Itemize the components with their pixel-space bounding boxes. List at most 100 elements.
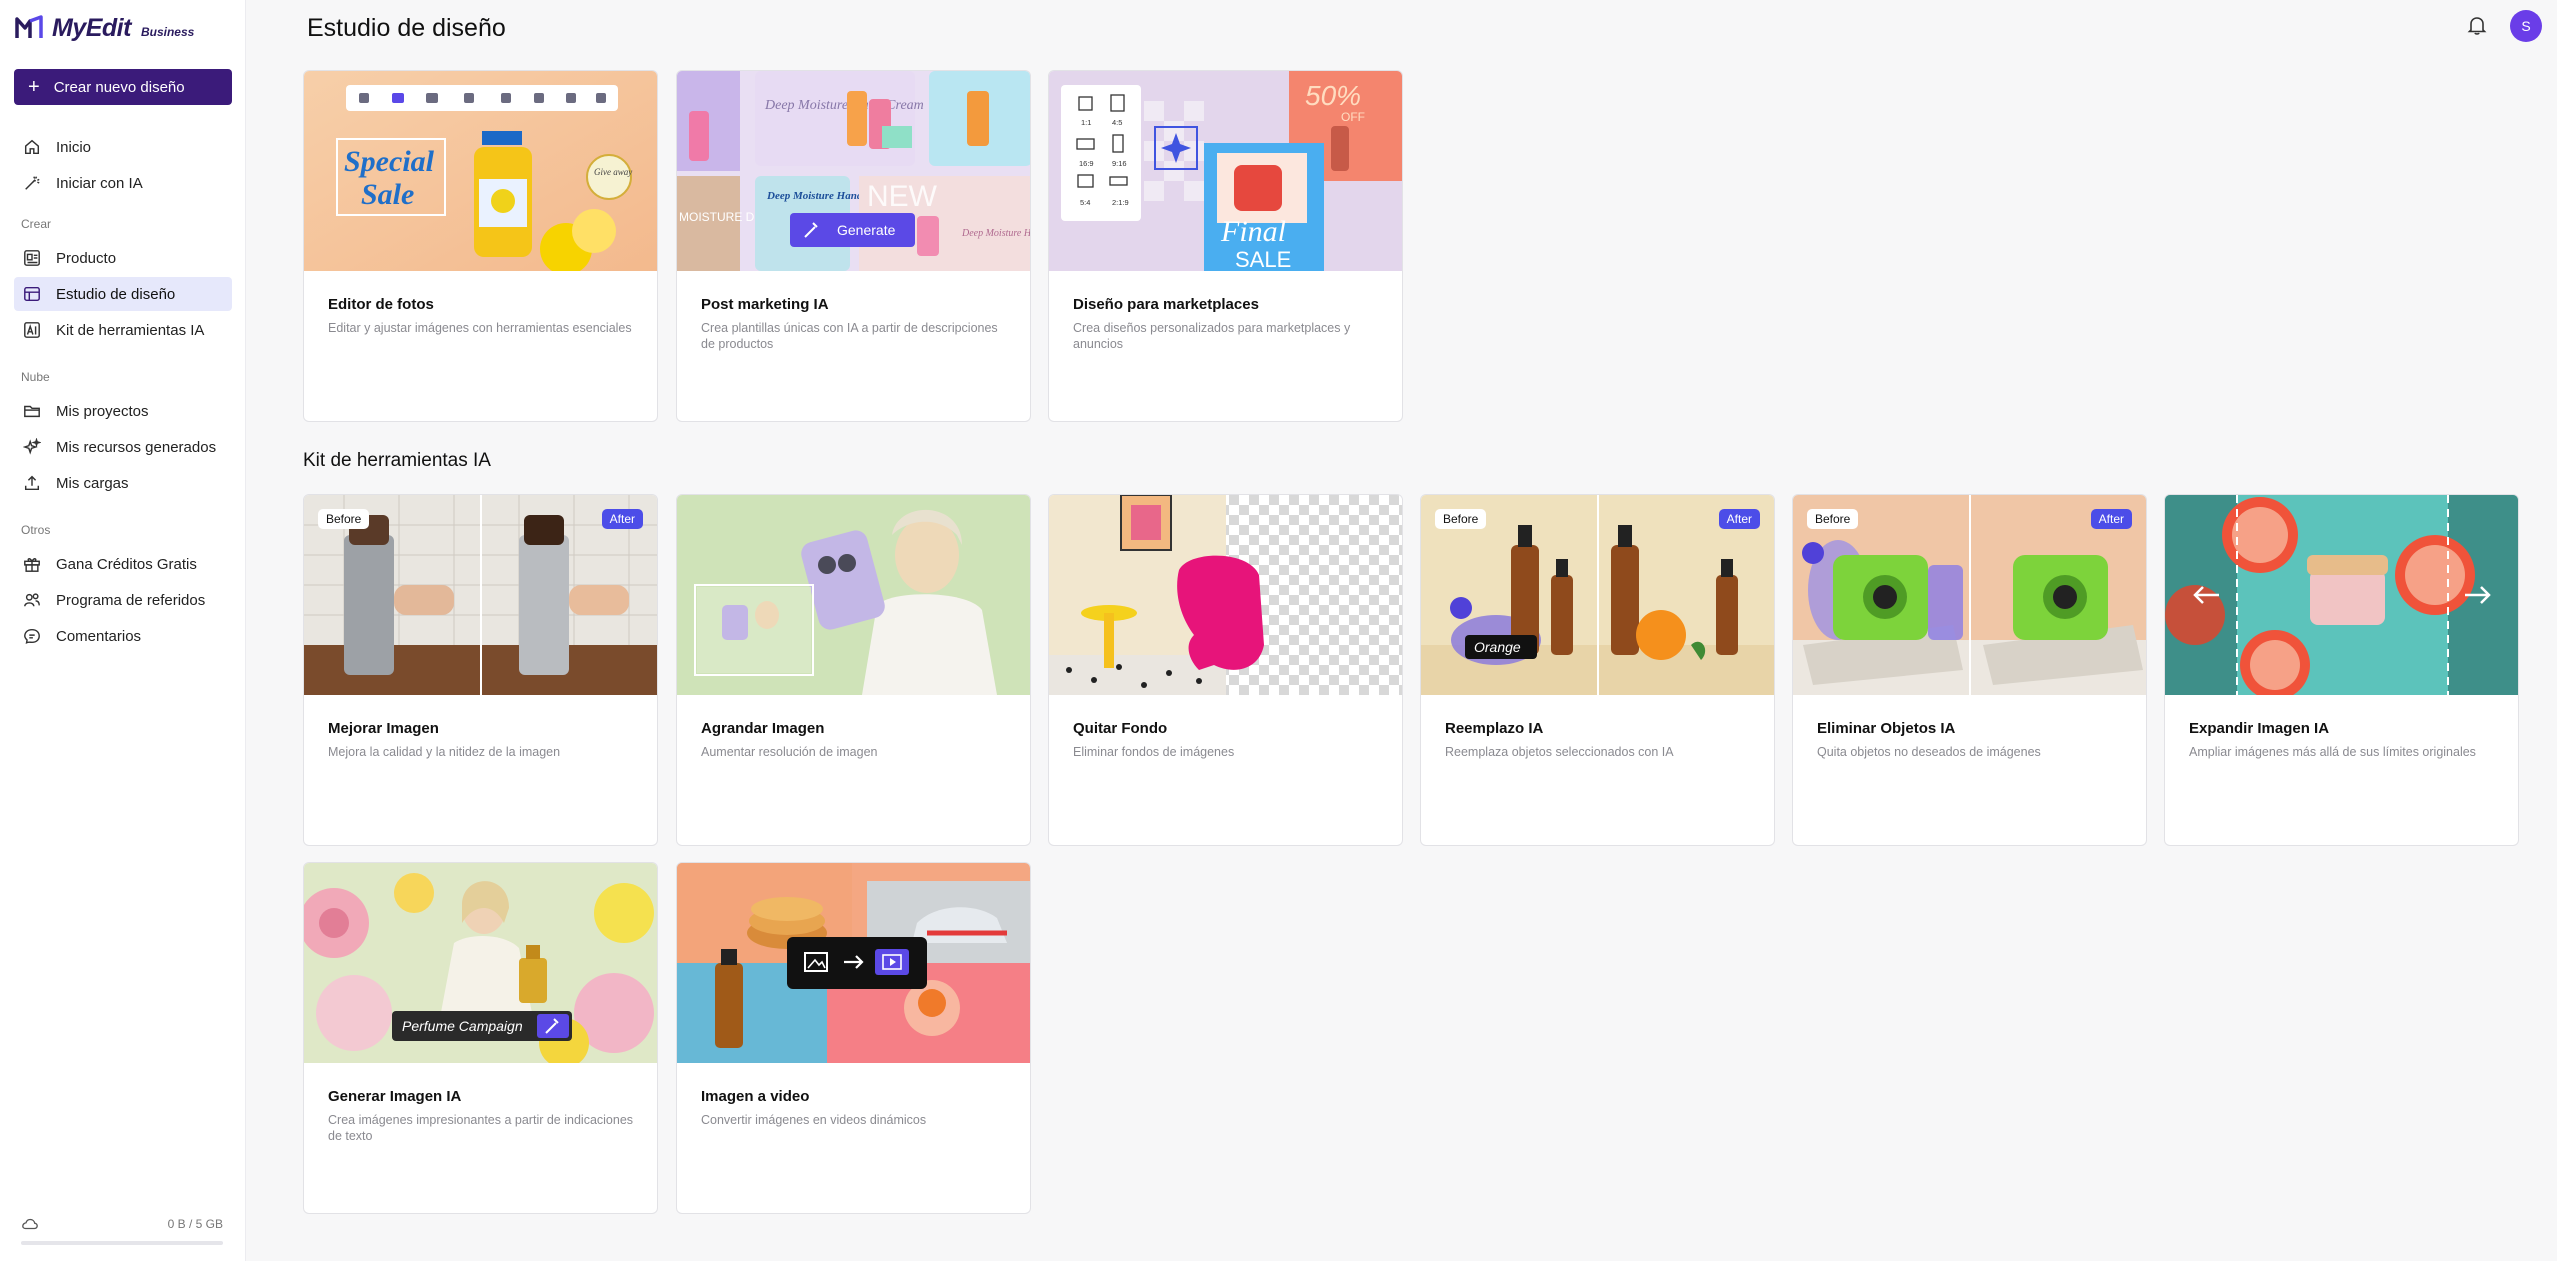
storage-indicator: 0 B / 5 GB (21, 1215, 223, 1245)
sidebar: MyEdit Business + Crear nuevo diseño Ini… (0, 0, 246, 1261)
product-icon (22, 248, 42, 268)
sidebar-item-inicio[interactable]: Inicio (14, 130, 232, 164)
gift-icon (22, 554, 42, 574)
sidebar-item-label: Programa de referidos (56, 591, 206, 609)
sidebar-item-mis-cargas[interactable]: Mis cargas (14, 466, 232, 500)
sidebar-item-label: Comentarios (56, 627, 142, 645)
sidebar-item-mis-recursos[interactable]: Mis recursos generados (14, 430, 232, 464)
sidebar-item-gana-creditos[interactable]: Gana Créditos Gratis (14, 547, 232, 581)
section-label-nube: Nube (21, 370, 50, 384)
ratio-label: 9:16 (1112, 159, 1127, 168)
image-text-new: NEW (867, 180, 938, 213)
card-imagen-a-video[interactable]: Imagen a video Convertir imágenes en vid… (676, 862, 1031, 1214)
comment-icon (22, 626, 42, 646)
ratio-label: 16:9 (1079, 159, 1094, 168)
card-description: Editar y ajustar imágenes con herramient… (328, 321, 632, 335)
card-title: Diseño para marketplaces (1073, 296, 1259, 313)
card-mejorar-imagen[interactable]: Before After Mejorar Imagen Mejora la ca… (303, 494, 658, 846)
sidebar-item-programa-referidos[interactable]: Programa de referidos (14, 583, 232, 617)
card-title: Post marketing IA (701, 296, 829, 313)
sidebar-item-comentarios[interactable]: Comentarios (14, 619, 232, 653)
sidebar-item-estudio-de-diseno[interactable]: Estudio de diseño (14, 277, 232, 311)
ratio-label: 2:1:9 (1112, 198, 1129, 207)
ai-toolkit-icon (22, 320, 42, 340)
card-generar-imagen-ia[interactable]: Perfume Campaign Generar Imagen IA Crea … (303, 862, 658, 1214)
image-text-card1: Deep Moisture Hand Cream (764, 98, 924, 113)
magic-wand-icon (22, 173, 42, 193)
before-tag: Before (318, 509, 370, 529)
image-text-sale: Sale (361, 178, 414, 211)
notifications-button[interactable] (2466, 14, 2490, 38)
card-post-marketing-ia[interactable]: Deep Moisture Hand Cream MOISTURE D CREA… (676, 70, 1031, 422)
section-label-otros: Otros (21, 523, 51, 537)
image-text-off: OFF (1341, 110, 1365, 124)
section-title-ai-toolkit: Kit de herramientas IA (303, 450, 491, 471)
card-quitar-fondo[interactable]: Quitar Fondo Eliminar fondos de imágenes (1048, 494, 1403, 846)
storage-text: 0 B / 5 GB (167, 1217, 223, 1231)
image-label-orange: Orange (1474, 639, 1521, 655)
card-description: Crea plantillas únicas con IA a partir d… (701, 321, 998, 351)
image-text-final: Final (1220, 215, 1286, 248)
card-title: Quitar Fondo (1073, 720, 1168, 737)
before-tag: Before (1807, 509, 1859, 529)
card-image (677, 495, 1030, 695)
image-text-special: Special (344, 145, 435, 178)
create-new-design-button[interactable]: + Crear nuevo diseño (14, 69, 232, 105)
section-label-crear: Crear (21, 217, 52, 231)
card-diseno-marketplaces[interactable]: 1:1 4:5 16:9 9:16 5:4 2:1:9 50% OFF Fina… (1048, 70, 1403, 422)
card-agrandar-imagen[interactable]: Agrandar Imagen Aumentar resolución de i… (676, 494, 1031, 846)
ratio-label: 4:5 (1112, 118, 1122, 127)
page-title: Estudio de diseño (307, 14, 506, 42)
create-button-label: Crear nuevo diseño (53, 78, 185, 96)
sidebar-item-iniciar-con-ia[interactable]: Iniciar con IA (14, 166, 232, 200)
sidebar-item-label: Mis proyectos (56, 402, 149, 420)
sidebar-item-label: Estudio de diseño (56, 285, 176, 303)
card-title: Generar Imagen IA (328, 1088, 462, 1105)
after-tag: After (601, 509, 643, 529)
upload-icon (22, 473, 42, 493)
image-text-giveaway: Give away (594, 167, 632, 177)
sidebar-item-mis-proyectos[interactable]: Mis proyectos (14, 394, 232, 428)
users-icon (22, 590, 42, 610)
home-icon (22, 137, 42, 157)
before-tag: Before (1435, 509, 1487, 529)
card-eliminar-objetos-ia[interactable]: Before After Eliminar Objetos IA Quita o… (1792, 494, 2147, 846)
card-image: Perfume Campaign (304, 863, 657, 1063)
sidebar-item-kit-herramientas[interactable]: Kit de herramientas IA (14, 313, 232, 347)
sidebar-item-producto[interactable]: Producto (14, 241, 232, 275)
card-description: Quita objetos no deseados de imágenes (1817, 745, 2041, 759)
generate-button-label: Generate (837, 222, 896, 238)
card-expandir-imagen-ia[interactable]: Expandir Imagen IA Ampliar imágenes más … (2164, 494, 2519, 846)
card-description: Aumentar resolución de imagen (701, 745, 878, 759)
sparkle-icon (22, 437, 42, 457)
card-image: Special Sale Give away (304, 71, 657, 271)
card-image (1049, 495, 1402, 695)
image-label-perfume: Perfume Campaign (402, 1018, 523, 1034)
card-title: Imagen a video (701, 1088, 810, 1105)
card-title: Editor de fotos (328, 296, 434, 313)
sidebar-item-label: Mis cargas (56, 474, 129, 492)
card-description: Ampliar imágenes más allá de sus límites… (2189, 745, 2476, 759)
app-name: MyEdit (52, 13, 131, 42)
card-title: Reemplazo IA (1445, 720, 1544, 737)
app-edition: Business (140, 25, 195, 39)
image-text-sale-2: SALE (1235, 247, 1291, 271)
bell-icon (2467, 17, 2487, 35)
card-image: Before After (304, 495, 657, 695)
card-reemplazo-ia[interactable]: Orange Before After Reemplazo IA Reempla… (1420, 494, 1775, 846)
app-logo[interactable]: MyEdit Business (14, 10, 194, 46)
card-title: Expandir Imagen IA (2189, 720, 2330, 737)
sidebar-item-label: Mis recursos generados (56, 438, 217, 456)
card-description: Eliminar fondos de imágenes (1073, 745, 1235, 759)
avatar[interactable]: S (2510, 10, 2542, 42)
card-image (677, 863, 1030, 1063)
card-description: Reemplaza objetos seleccionados con IA (1445, 745, 1674, 759)
card-description: Mejora la calidad y la nitidez de la ima… (328, 745, 561, 759)
card-description: Convertir imágenes en videos dinámicos (701, 1113, 927, 1127)
myedit-logo-icon (15, 15, 43, 38)
card-title: Agrandar Imagen (701, 720, 825, 737)
image-text-percent: 50% (1305, 80, 1361, 111)
after-tag: After (1718, 509, 1760, 529)
card-editor-de-fotos[interactable]: Special Sale Give away Editor de fotos E… (303, 70, 658, 422)
design-studio-icon (22, 284, 42, 304)
